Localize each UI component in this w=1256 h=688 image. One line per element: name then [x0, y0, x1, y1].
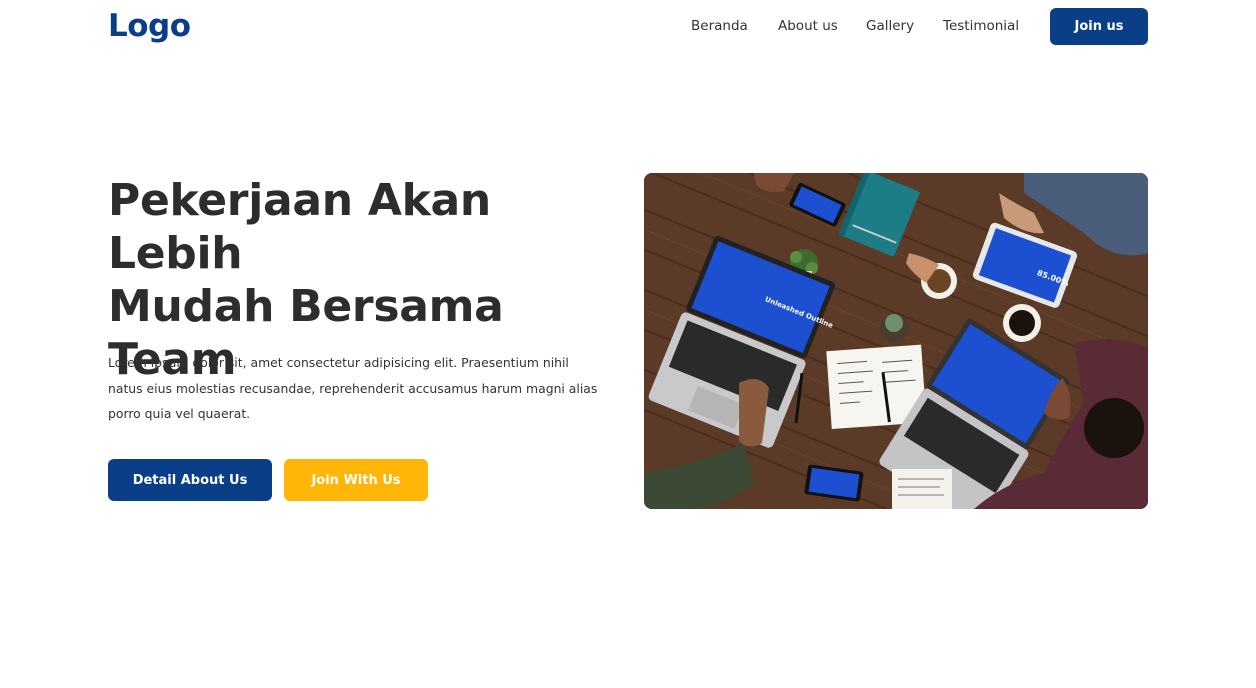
team-desk-illustration: 85.00% Unleashed Outline — [644, 173, 1148, 509]
logo[interactable]: Logo — [108, 8, 191, 44]
hero-description: Lorem ipsum dolor sit, amet consectetur … — [108, 355, 598, 421]
nav-link-testimonial[interactable]: Testimonial — [943, 18, 1019, 34]
hero-title-line-1: Pekerjaan Akan Lebih — [108, 175, 491, 279]
join-with-us-button[interactable]: Join With Us — [284, 459, 428, 501]
nav-link-gallery[interactable]: Gallery — [866, 18, 914, 34]
nav-link-about-us[interactable]: About us — [778, 18, 838, 34]
hero-title-line-2: Mudah Bersama — [108, 281, 504, 332]
detail-about-us-button[interactable]: Detail About Us — [108, 459, 272, 501]
hero-image: 85.00% Unleashed Outline — [644, 173, 1148, 509]
join-us-button[interactable]: Join us — [1050, 8, 1148, 45]
navbar: Logo Beranda About us Gallery Testimonia… — [0, 0, 1256, 56]
nav-link-beranda[interactable]: Beranda — [691, 18, 748, 34]
